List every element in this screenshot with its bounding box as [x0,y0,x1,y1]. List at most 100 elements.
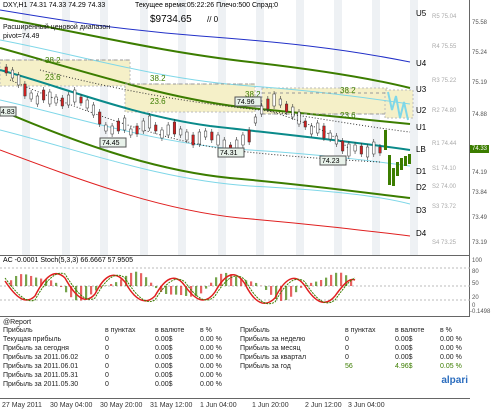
price-tick: 75.19 [472,80,487,86]
ac-bar [210,283,212,286]
candle [5,67,8,73]
level-d1: D1 [416,167,427,176]
ac-bar [295,286,297,292]
balance: $9734.65 [150,14,192,25]
ac-bar [140,273,142,286]
pivot-r2: R2 74.80 [432,108,457,114]
price-tick: 74.88 [472,112,487,118]
ac-bar [235,277,237,286]
ac-bar [115,282,117,286]
osc-tick: 20 [472,295,479,301]
oscillator-axis: 100 80 50 20 0 -0.1498 [470,255,500,316]
ac-bar [20,274,22,286]
ac-bar [120,279,122,286]
fib-382-b: 38.2 [150,74,166,83]
report-cell: 56 [345,363,353,370]
report-cell: 0.00 % [440,336,462,343]
candle [316,123,319,133]
price-chart-canvas: 38.2 23.6 38.2 23.6 38.2 38.2 23.6 74.45… [0,0,470,255]
ac-bar [90,286,92,294]
candle [86,100,89,108]
candle [292,107,295,117]
candle [379,147,382,153]
pivot-title: Расширенный ценовой диапазон [3,24,110,31]
report-cell: 0 [345,345,349,352]
ac-bar [330,275,332,286]
brand-logo: alpari [423,375,468,391]
candle [360,146,363,154]
price-tick: 75.58 [472,20,487,26]
osc-tick: 80 [472,269,479,275]
oscillator-panel[interactable]: AC -0.0001 Stoch(5,3,3) 66.6667 57.9505 [0,255,470,316]
level-d2: D2 [416,183,427,192]
fib-382-a: 38.2 [45,56,61,65]
price-chart[interactable]: 38.2 23.6 38.2 23.6 38.2 38.2 23.6 74.45… [0,0,470,255]
pivot-s3: S3 73.72 [432,204,457,210]
osc-tick: 50 [472,281,479,287]
time-tick: 30 May 20:00 [100,402,142,409]
report-row: Прибыль за квартал00.00$0.00 % [0,354,470,362]
callout-7431: 74.31 [220,150,238,157]
pivot-r4: R4 75.55 [432,44,457,50]
time-tick: 1 Jun 04:00 [200,402,237,409]
candle [341,141,344,151]
time-tick: 30 May 04:00 [50,402,92,409]
candle [204,131,207,137]
candle [248,130,251,142]
pivot-s4: S4 73.25 [432,240,457,246]
candle [285,104,288,112]
candle [111,126,114,134]
fib-236-a: 23.6 [45,73,61,82]
ac-bar [15,276,17,286]
report-cell: 0 [345,354,349,361]
report-header-cell: в % [440,327,452,334]
ac-bar [35,278,37,286]
report-cell: 0.00 % [440,354,462,361]
ac-bar [290,286,292,297]
time-tick: 2 Jun 12:00 [305,402,342,409]
candle [36,96,39,104]
fib-236-b: 23.6 [150,97,166,106]
candle [167,125,170,135]
report-cell: Прибыль за 2011.05.30 [3,381,78,388]
balance-suffix: // 0 [207,15,218,24]
ac-bar [265,286,267,290]
ac-bar [145,277,147,286]
candle [105,125,108,131]
ac-bar [230,274,232,286]
report-cell: 0.00$ [155,372,173,379]
ac-bar [205,286,207,289]
price-axis: 75.58 75.24 75.19 74.88 74.33 74.19 73.8… [470,0,500,255]
ac-bar [320,280,322,286]
oscillator-header: AC -0.0001 Stoch(5,3,3) 66.6667 57.9505 [3,257,133,264]
callout-7423: 74.23 [322,158,340,165]
time-tick: 27 May 2011 [2,402,42,409]
candle [30,93,33,99]
report-cell: 0 [105,372,109,379]
price-tick: 73.19 [472,240,487,246]
time-tick: 1 Jun 20:00 [252,402,289,409]
pivot-labels: R5 75.04 R4 75.55 R3 75.22 R2 74.80 R1 7… [432,14,457,246]
candle [117,121,120,131]
ac-bar [110,284,112,286]
callout-7496: 74.96 [237,99,255,106]
ac-bar [50,280,52,286]
ac-bar [335,273,337,286]
ac-bar [310,283,312,286]
candle [161,130,164,138]
ac-bar [30,276,32,286]
candle [192,135,195,145]
candle [323,126,326,138]
ac-bar [285,286,287,300]
price-tick: 74.19 [472,170,487,176]
ac-bar [315,282,317,286]
ac-bar [325,278,327,286]
report-title: @Report [3,319,31,326]
report-cell: 0.00 % [200,372,222,379]
ac-bar [200,286,202,293]
ac-bar [175,286,177,295]
symbol-line: DXY,H1 74.31 74.33 74.29 74.33 [3,2,105,9]
ac-bar [135,272,137,286]
candle [179,129,182,135]
report-header-cell: в валюте [395,327,424,334]
